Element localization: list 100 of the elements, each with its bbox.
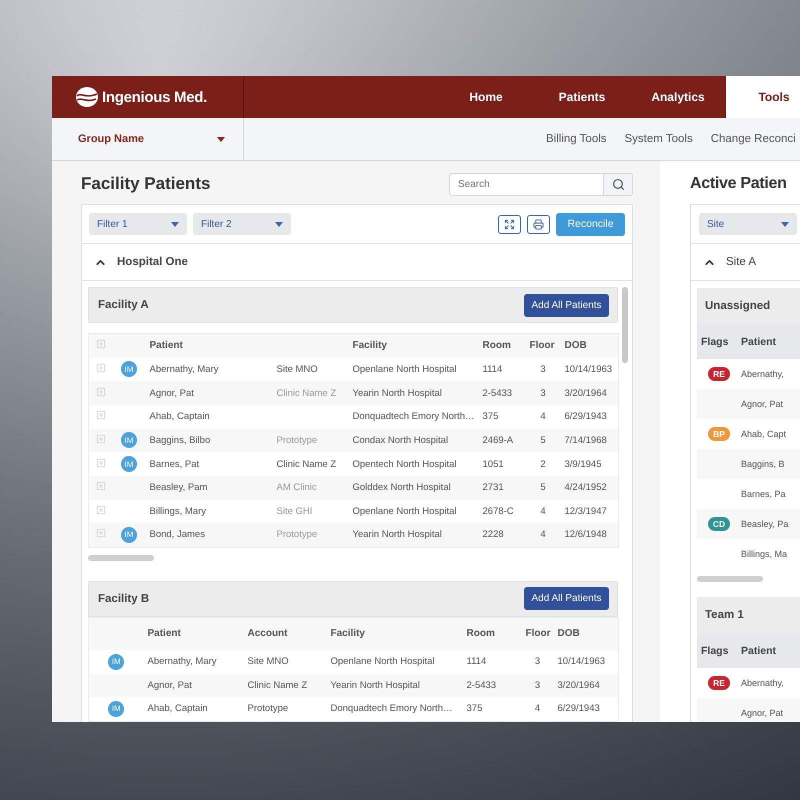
facility-cell: Yearin North Hospital [326, 674, 462, 698]
column-header: Patient [741, 336, 778, 348]
column-header: Patient [146, 334, 272, 358]
facility-cell: Openlane North Hospital [348, 500, 478, 524]
initials-badge: IM [121, 456, 137, 472]
nav-tab[interactable]: Analytics [630, 76, 726, 118]
facility-name: Facility A [98, 299, 149, 311]
patient-name: Agnor, Pat [741, 399, 784, 409]
dob-cell: 12/6/1948 [560, 523, 618, 547]
caret-icon [781, 222, 789, 226]
column-header: DOB [560, 334, 618, 358]
panel-title: Facility Patients [81, 174, 210, 194]
initials-badge: IM [121, 526, 137, 543]
site-name: Site A [726, 256, 756, 268]
expand-row-icon[interactable] [96, 386, 106, 397]
patient-name: Billings, Ma [741, 549, 788, 559]
scrollbar[interactable] [622, 287, 628, 363]
filter-dropdown[interactable]: Filter 1 [89, 213, 187, 235]
facility-cell: Donquadtech Emory North… [326, 697, 462, 722]
flag-badge: RE [708, 367, 730, 381]
expand-row-icon[interactable] [96, 362, 106, 373]
account-cell: Site MNO [244, 650, 326, 674]
expand-row-icon[interactable] [96, 481, 106, 492]
filter-dropdown[interactable]: Filter 2 [193, 213, 291, 235]
patient-name: Baggins, B [741, 459, 785, 469]
patient-name: Ahab, Captain [144, 697, 244, 722]
site-dropdown[interactable]: Site [699, 213, 797, 235]
facility-cell: Openlane North Hospital [348, 358, 478, 382]
expand-button[interactable] [498, 214, 521, 234]
account-cell: Clinic Name Z [272, 381, 348, 405]
hospital-name: Hospital One [117, 256, 188, 268]
floor-cell: 5 [526, 428, 560, 452]
room-cell: 2-5433 [478, 381, 526, 405]
floor-cell: 3 [522, 674, 554, 698]
floor-cell: 3 [522, 650, 554, 674]
column-header: Account [244, 617, 326, 650]
dob-cell: 10/14/1963 [560, 358, 618, 382]
printer-icon [533, 218, 544, 230]
print-button[interactable] [527, 214, 550, 234]
group-dropdown[interactable]: Group Name [52, 118, 244, 160]
add-all-button[interactable]: Add All Patients [524, 587, 609, 610]
logo-text: Ingenious Med. [102, 88, 207, 106]
account-cell: Clinic Name Z [244, 674, 326, 698]
expand-row-icon[interactable] [96, 434, 106, 444]
facility-cell: Openlane North Hospital [326, 650, 462, 674]
room-cell: 2-5433 [462, 674, 522, 698]
add-all-button[interactable]: Add All Patients [524, 294, 609, 316]
scrollbar[interactable] [697, 576, 763, 582]
nav-tab[interactable]: Tools [726, 76, 800, 118]
nav-tab[interactable]: Patients [534, 76, 630, 118]
patient-name: Beasley, Pam [146, 476, 272, 500]
column-header: Flags [700, 644, 730, 656]
column-header: Patient [144, 617, 244, 650]
dob-cell: 10/14/1963 [554, 650, 618, 674]
search-button[interactable] [603, 172, 633, 196]
nav-tab[interactable]: Home [438, 76, 534, 118]
room-cell: 2678-C [478, 500, 526, 524]
patient-name: Billings, Mary [146, 500, 272, 524]
expand-row-icon[interactable] [96, 339, 106, 350]
initials-badge: IM [121, 361, 137, 378]
dob-cell: 3/9/1945 [560, 452, 618, 476]
column-header: Floor [526, 334, 560, 358]
facility-cell: Condax North Hospital [348, 428, 478, 452]
patient-name: Agnor, Pat [146, 381, 272, 405]
sub-nav-link[interactable]: System Tools [624, 133, 693, 145]
room-cell: 375 [462, 697, 522, 722]
column-header: Room [462, 617, 522, 650]
floor-cell: 3 [526, 381, 560, 405]
column-header: Floor [522, 617, 554, 650]
search-icon [612, 178, 624, 190]
dob-cell: 6/29/1943 [560, 404, 618, 429]
expand-row-icon[interactable] [96, 504, 106, 515]
room-cell: 2228 [478, 523, 526, 547]
expand-row-icon[interactable] [96, 458, 106, 468]
caret-icon [217, 136, 225, 142]
patient-name: Bond, James [146, 523, 272, 547]
dob-cell: 12/3/1947 [560, 500, 618, 524]
logo-icon [76, 87, 98, 107]
patient-name: Abernathy, [741, 369, 784, 379]
facility-cell: Golddex North Hospital [348, 476, 478, 500]
floor-cell: 5 [526, 476, 560, 500]
floor-cell: 3 [526, 358, 560, 382]
patient-name: Agnor, Pat [741, 708, 784, 718]
patient-name: Ahab, Captain [146, 404, 272, 429]
panel-title: Active Patien [690, 175, 787, 193]
floor-cell: 4 [526, 404, 560, 429]
column-header: Patient [741, 644, 778, 656]
sub-nav-link[interactable]: Change Reconci [710, 133, 796, 145]
scrollbar[interactable] [88, 554, 154, 560]
flag-badge: CD [708, 517, 730, 531]
floor-cell: 4 [526, 500, 560, 524]
account-cell: Prototype [244, 697, 326, 722]
dob-cell: 7/14/1968 [560, 428, 618, 452]
room-cell: 1114 [478, 358, 526, 382]
facility-cell: Donquadtech Emory North… [348, 404, 478, 429]
search-field[interactable]: Search [449, 172, 603, 196]
sub-nav-link[interactable]: Billing Tools [546, 133, 607, 145]
expand-row-icon[interactable] [96, 410, 106, 420]
expand-row-icon[interactable] [96, 528, 106, 538]
facility-cell: Yearin North Hospital [348, 523, 478, 547]
